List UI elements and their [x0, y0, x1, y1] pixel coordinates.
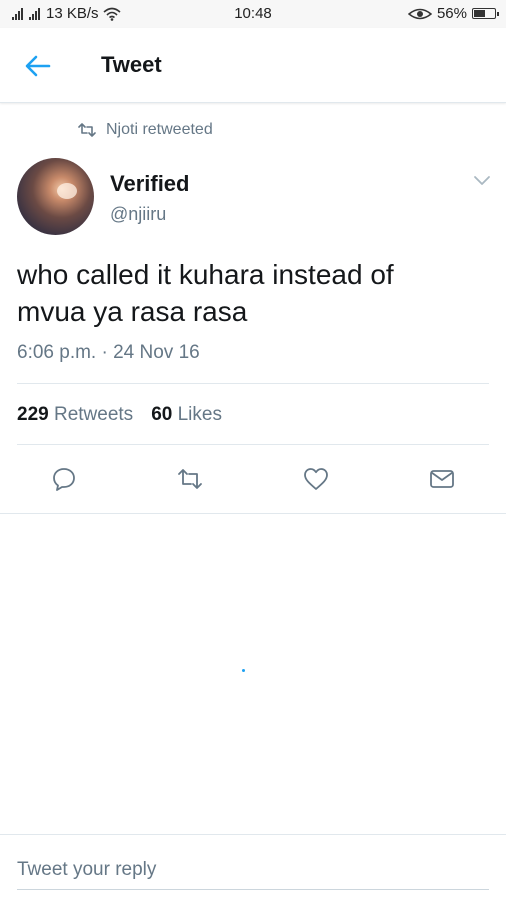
divider: [17, 444, 489, 445]
chevron-down-icon[interactable]: [472, 172, 492, 188]
tweet-stats: 229 Retweets 60 Likes: [17, 404, 222, 426]
tweet-actions: [0, 455, 506, 513]
like-icon[interactable]: [302, 465, 330, 493]
divider: [0, 513, 506, 514]
app-bar: Tweet: [0, 28, 506, 103]
likes-stat[interactable]: 60 Likes: [151, 404, 222, 426]
tweet-text: who called it kuhara instead of mvua ya …: [17, 256, 487, 330]
status-right: 56%: [407, 5, 499, 22]
retweets-stat[interactable]: 229 Retweets: [17, 404, 133, 426]
retweet-label: Retweets: [53, 404, 134, 425]
author-handle[interactable]: @njiiru: [110, 204, 166, 225]
divider: [0, 834, 506, 835]
loading-indicator: [242, 669, 245, 672]
retweet-count: 229: [17, 404, 49, 425]
battery-icon: [472, 8, 499, 19]
reply-input[interactable]: [17, 851, 489, 890]
retweet-icon[interactable]: [176, 465, 204, 493]
divider: [17, 383, 489, 384]
like-count: 60: [151, 404, 173, 425]
battery-percent: 56%: [436, 5, 467, 22]
author-name[interactable]: Verified: [110, 171, 189, 197]
retweet-context: Njoti retweeted: [78, 121, 213, 139]
avatar[interactable]: [17, 158, 94, 235]
arrow-left-icon[interactable]: [22, 50, 54, 82]
status-bar: 13 KB/s 10:48 56%: [0, 0, 506, 28]
tweet-text-line: who called it kuhara instead of: [17, 259, 394, 290]
reply-icon[interactable]: [50, 465, 78, 493]
tweet-timestamp: 6:06 p.m. · 24 Nov 16: [17, 342, 200, 363]
like-label: Likes: [177, 404, 222, 425]
eye-icon: [407, 8, 432, 19]
message-icon[interactable]: [428, 465, 456, 493]
tweet-text-line: mvua ya rasa rasa: [17, 296, 248, 327]
page-title: Tweet: [101, 52, 162, 77]
retweet-icon: [78, 123, 96, 137]
retweet-note[interactable]: Njoti retweeted: [106, 121, 213, 139]
